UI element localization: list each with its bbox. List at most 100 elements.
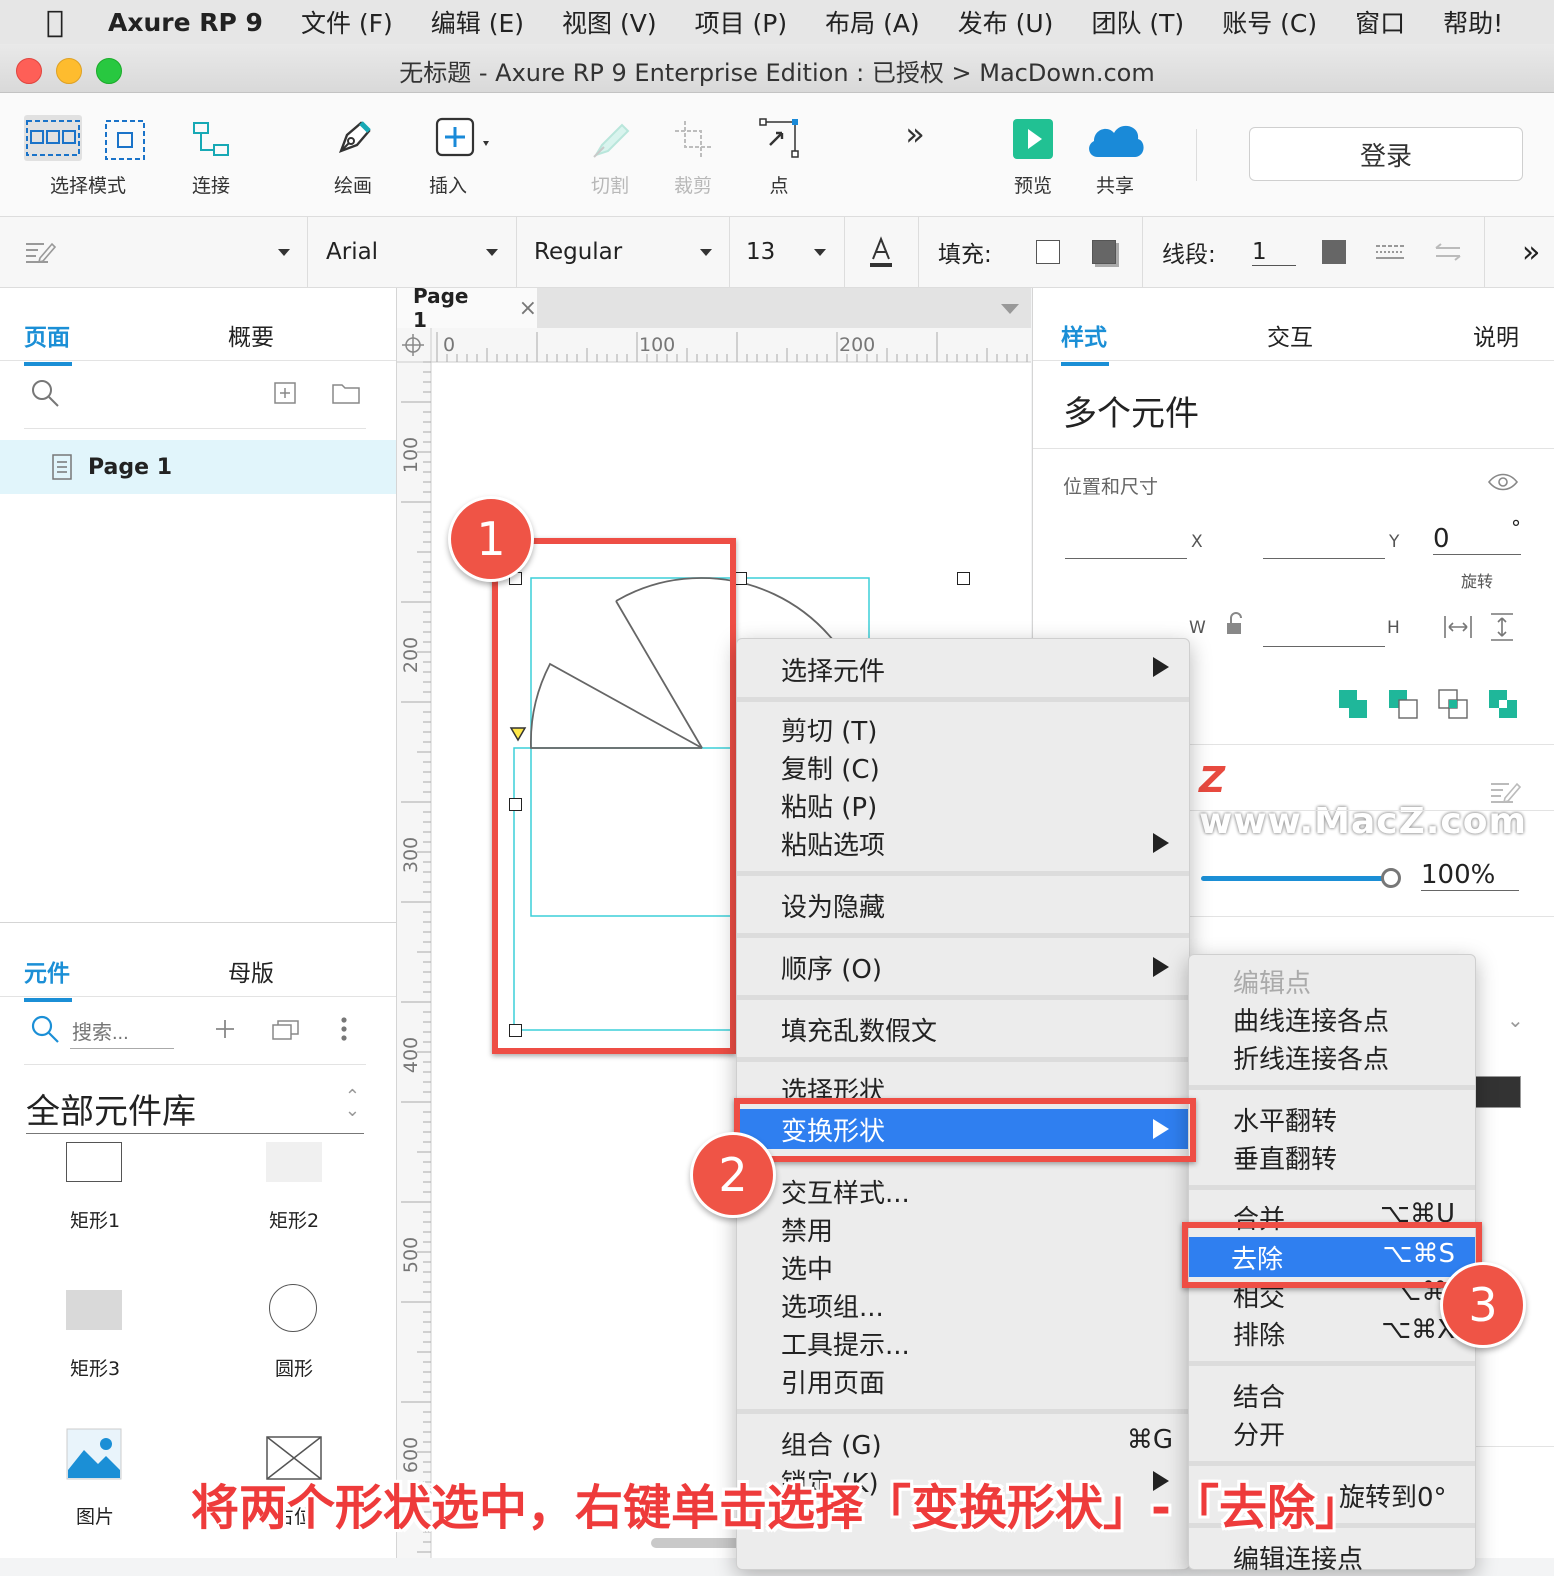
style-edit-icon[interactable] xyxy=(1489,778,1521,806)
shadow-button[interactable] xyxy=(1092,217,1116,287)
menu-item-tooltip[interactable]: 工具提示... xyxy=(781,1325,910,1362)
add-folder-icon[interactable] xyxy=(332,382,360,404)
menu-item-cut[interactable]: 剪切 (T) xyxy=(781,711,877,748)
library-select[interactable]: 全部元件库 ⌃ ⌄ xyxy=(26,1084,364,1134)
menu-item-order[interactable]: 顺序 (O) xyxy=(781,949,882,986)
fill-color-button[interactable] xyxy=(1036,217,1060,287)
search-icon[interactable] xyxy=(30,378,60,408)
fit-width-icon[interactable] xyxy=(1443,612,1473,642)
add-page-icon[interactable] xyxy=(274,382,296,404)
menu-item-reference-page[interactable]: 引用页面 xyxy=(781,1363,885,1400)
tab-style[interactable]: 样式 xyxy=(1061,318,1109,366)
menu-edit[interactable]: 编辑 (E) xyxy=(431,4,524,40)
menu-item-interaction-styles[interactable]: 交互样式... xyxy=(781,1173,910,1210)
menu-app-name[interactable]: Axure RP 9 xyxy=(108,8,263,37)
connect-tool[interactable]: 连接 xyxy=(176,93,246,198)
x-input[interactable] xyxy=(1065,558,1187,559)
chevron-down-icon[interactable]: ⌄ xyxy=(1507,1008,1524,1032)
page-list-item[interactable]: Page 1 xyxy=(0,440,396,494)
selection-handle[interactable] xyxy=(957,572,970,585)
add-library-icon[interactable] xyxy=(214,1018,236,1040)
menu-window[interactable]: 窗口 xyxy=(1355,4,1405,40)
menu-item-option-group[interactable]: 选项组... xyxy=(781,1287,884,1324)
draw-tool[interactable]: 绘画 xyxy=(318,93,388,198)
select-contain-icon[interactable] xyxy=(104,119,146,161)
submenu-polyline-points[interactable]: 折线连接各点 xyxy=(1233,1039,1389,1076)
tab-notes[interactable]: 说明 xyxy=(1473,318,1519,352)
widget-rect3[interactable] xyxy=(66,1290,122,1330)
opacity-input[interactable]: 100% xyxy=(1421,860,1519,891)
menu-layout[interactable]: 布局 (A) xyxy=(825,4,920,40)
opacity-slider-track[interactable] xyxy=(1201,876,1387,881)
menu-item-copy[interactable]: 复制 (C) xyxy=(781,749,880,786)
menu-item-disable[interactable]: 禁用 xyxy=(781,1211,833,1248)
tab-interactions[interactable]: 交互 xyxy=(1267,318,1313,352)
more-options-icon[interactable] xyxy=(340,1016,348,1042)
line-style-button[interactable] xyxy=(1374,217,1406,287)
more-tools-button[interactable]: » xyxy=(890,93,940,175)
font-weight-select[interactable]: Regular xyxy=(534,217,712,287)
menu-item-set-hidden[interactable]: 设为隐藏 xyxy=(781,887,885,924)
border-color-swatch[interactable] xyxy=(1473,1076,1521,1108)
font-family-select[interactable]: Arial xyxy=(326,217,498,287)
menu-item-paste[interactable]: 粘贴 (P) xyxy=(781,787,877,824)
text-color-button[interactable] xyxy=(868,217,894,287)
menu-help[interactable]: 帮助! xyxy=(1443,4,1503,40)
subtract-icon[interactable] xyxy=(1387,688,1419,720)
insert-tool[interactable]: 插入 xyxy=(418,93,498,198)
union-icon[interactable] xyxy=(1337,688,1369,720)
eye-icon[interactable] xyxy=(1487,472,1519,492)
select-intersect-icon[interactable] xyxy=(24,115,82,161)
tab-pages[interactable]: 页面 xyxy=(24,318,72,366)
line-color-button[interactable] xyxy=(1322,217,1346,287)
widget-circle[interactable] xyxy=(269,1284,317,1332)
preview-button[interactable]: 预览 xyxy=(998,93,1068,198)
apple-icon[interactable]:  xyxy=(40,5,70,40)
fit-height-icon[interactable] xyxy=(1487,612,1517,642)
select-mode-tool[interactable]: 选择模式 xyxy=(20,93,160,198)
menu-publish[interactable]: 发布 (U) xyxy=(958,4,1054,40)
widget-rect2[interactable] xyxy=(266,1142,322,1182)
y-input[interactable] xyxy=(1263,558,1385,559)
exclude-icon[interactable] xyxy=(1487,688,1519,720)
menu-view[interactable]: 视图 (V) xyxy=(562,4,657,40)
widget-search-input[interactable] xyxy=(70,1018,174,1049)
widget-rect1[interactable] xyxy=(66,1142,122,1182)
line-width-input[interactable]: 1 xyxy=(1252,217,1296,287)
unlock-icon[interactable] xyxy=(1225,612,1245,636)
intersect-icon[interactable] xyxy=(1437,688,1469,720)
share-button[interactable]: 共享 xyxy=(1080,93,1150,198)
point-tool[interactable]: 点 xyxy=(744,93,814,198)
submenu-flip-vertical[interactable]: 垂直翻转 xyxy=(1233,1139,1337,1176)
menu-team[interactable]: 团队 (T) xyxy=(1091,4,1184,40)
menu-item-select-widget[interactable]: 选择元件 xyxy=(781,651,885,688)
submenu-curve-points[interactable]: 曲线连接各点 xyxy=(1233,1001,1389,1038)
crop-icon xyxy=(675,121,711,157)
menu-item-lorem-ipsum[interactable]: 填充乱数假文 xyxy=(781,1011,937,1048)
submenu-flip-horizontal[interactable]: 水平翻转 xyxy=(1233,1101,1337,1138)
login-button[interactable]: 登录 xyxy=(1249,127,1523,181)
tab-widgets[interactable]: 元件 xyxy=(24,954,72,1002)
font-size-select[interactable]: 13 xyxy=(746,217,826,287)
menu-file[interactable]: 文件 (F) xyxy=(301,4,393,40)
library-copy-icon[interactable] xyxy=(272,1018,300,1040)
opacity-slider-thumb[interactable] xyxy=(1381,868,1401,888)
arrow-style-button[interactable] xyxy=(1432,217,1464,287)
crop-tool[interactable]: 裁剪 xyxy=(658,93,728,198)
cut-tool[interactable]: 切割 xyxy=(575,93,645,198)
menu-project[interactable]: 项目 (P) xyxy=(695,4,788,40)
menu-item-paste-options[interactable]: 粘贴选项 xyxy=(781,825,885,862)
tab-outline[interactable]: 概要 xyxy=(228,318,274,352)
chevron-down-icon xyxy=(278,248,290,256)
menu-item-selected[interactable]: 选中 xyxy=(781,1249,833,1286)
submenu-exclude[interactable]: 排除 xyxy=(1233,1315,1285,1352)
more-format-button[interactable]: » xyxy=(1522,217,1540,287)
submenu-combine[interactable]: 结合 xyxy=(1233,1377,1285,1414)
tab-masters[interactable]: 母版 xyxy=(228,954,274,988)
submenu-split[interactable]: 分开 xyxy=(1233,1415,1285,1452)
h-input[interactable] xyxy=(1263,646,1385,647)
menu-account[interactable]: 账号 (C) xyxy=(1222,4,1317,40)
style-select[interactable] xyxy=(24,217,290,287)
menu-item-group[interactable]: 组合 (G) xyxy=(781,1425,882,1462)
rotation-input[interactable]: 0 ° xyxy=(1433,516,1521,555)
